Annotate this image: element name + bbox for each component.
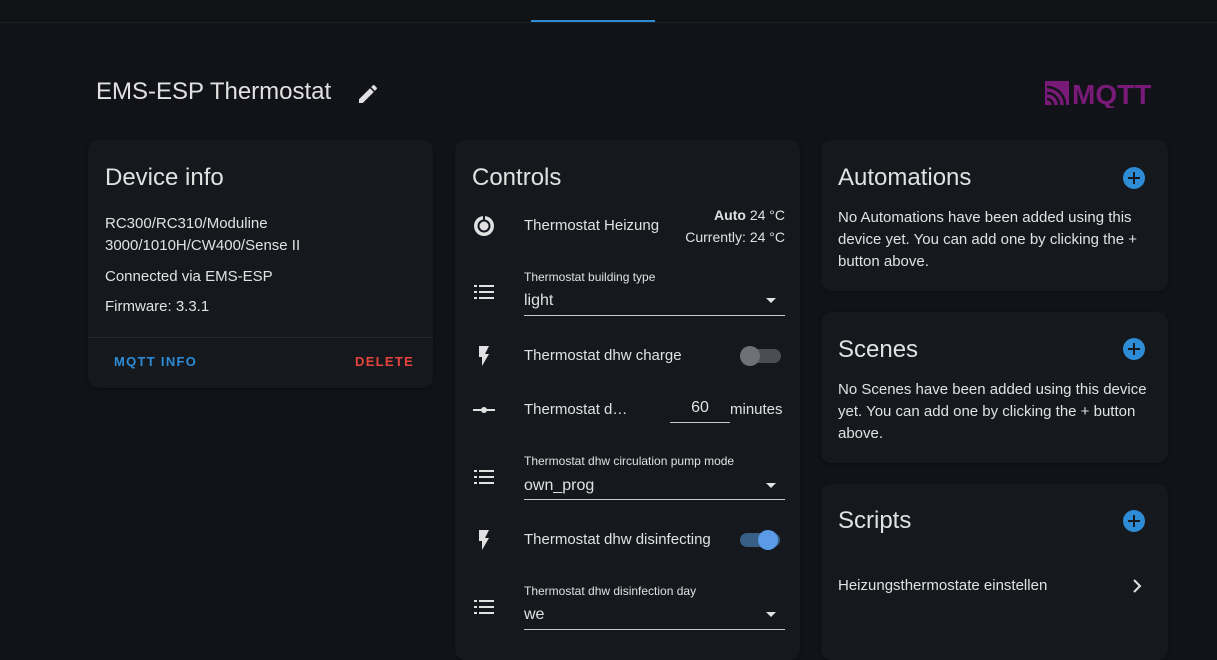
building-type-underline <box>524 315 785 316</box>
device-info-title: Device info <box>105 164 224 191</box>
flash-icon <box>479 346 489 366</box>
mqtt-info-button[interactable]: MQTT INFO <box>114 354 197 369</box>
flash-icon <box>479 530 489 550</box>
disinfection-day-label: Thermostat dhw disinfection day <box>524 584 697 598</box>
dhw-charge-switch-thumb[interactable] <box>740 346 760 366</box>
dhw-disinfecting-switch-thumb[interactable] <box>758 530 778 550</box>
thermostat-target: 24 °C <box>749 207 785 223</box>
thermostat-icon <box>474 216 494 236</box>
device-model-line2: 3000/1010H/CW400/Sense II <box>105 237 301 254</box>
delete-button[interactable]: DELETE <box>355 354 414 369</box>
firmware-version: Firmware: 3.3.1 <box>105 298 210 315</box>
automations-card: Automations No Automations have been add… <box>821 140 1168 291</box>
scenes-title: Scenes <box>838 336 919 363</box>
scripts-card: Scripts Heizungsthermostate einstellen <box>821 484 1168 660</box>
scenes-empty-text: No Scenes have been added using this dev… <box>838 381 1147 442</box>
thermostat-state: Auto 24 °C <box>714 207 785 223</box>
chevron-right-icon[interactable] <box>1129 578 1145 594</box>
dhw-number-input[interactable]: 60 <box>670 399 730 417</box>
circ-pump-underline <box>524 499 785 500</box>
list-icon <box>474 470 494 484</box>
page-title: EMS-ESP Thermostat <box>96 78 332 105</box>
scenes-card: Scenes No Scenes have been added using t… <box>821 312 1168 463</box>
device-model-line1: RC300/RC310/Moduline <box>105 215 268 232</box>
thermostat-current: Currently: 24 °C <box>685 229 785 245</box>
device-info-card: Device info RC300/RC310/Moduline 3000/10… <box>88 140 433 388</box>
circ-pump-caret-icon[interactable] <box>766 483 776 488</box>
automations-empty-text: No Automations have been added using thi… <box>838 209 1137 270</box>
dhw-number-label: Thermostat d… <box>524 401 628 418</box>
dhw-charge-label: Thermostat dhw charge <box>524 347 682 364</box>
connected-via: Connected via EMS-ESP <box>105 268 273 285</box>
add-script-button[interactable] <box>1123 510 1145 532</box>
controls-title: Controls <box>472 164 562 191</box>
circ-pump-select[interactable]: own_prog <box>524 477 594 495</box>
list-icon <box>474 600 494 614</box>
thermostat-heizung-label[interactable]: Thermostat Heizung <box>524 217 659 234</box>
building-type-select[interactable]: light <box>524 292 553 310</box>
script-item-label[interactable]: Heizungsthermostate einstellen <box>838 575 1047 597</box>
dhw-number-underline <box>670 422 730 423</box>
mqtt-logo-text: MQTT <box>1072 79 1151 108</box>
add-automation-button[interactable] <box>1123 167 1145 189</box>
automations-title: Automations <box>838 164 972 191</box>
building-type-caret-icon[interactable] <box>766 298 776 303</box>
list-icon <box>474 285 494 299</box>
circ-pump-label: Thermostat dhw circulation pump mode <box>524 454 735 468</box>
dhw-number-unit: minutes <box>730 401 783 418</box>
disinfection-day-select[interactable]: we <box>524 606 544 624</box>
active-tab-indicator <box>531 20 655 22</box>
disinfection-day-underline <box>524 629 785 630</box>
building-type-label: Thermostat building type <box>524 270 656 284</box>
slider-icon <box>473 407 495 413</box>
add-scene-button[interactable] <box>1123 338 1145 360</box>
mqtt-logo: MQTT <box>1045 79 1151 108</box>
dhw-disinfecting-label: Thermostat dhw disinfecting <box>524 531 711 548</box>
disinfection-day-caret-icon[interactable] <box>766 612 776 617</box>
scripts-title: Scripts <box>838 507 912 534</box>
pencil-edit-icon[interactable] <box>356 82 380 106</box>
card-divider <box>88 337 433 338</box>
thermostat-mode: Auto <box>714 207 746 223</box>
